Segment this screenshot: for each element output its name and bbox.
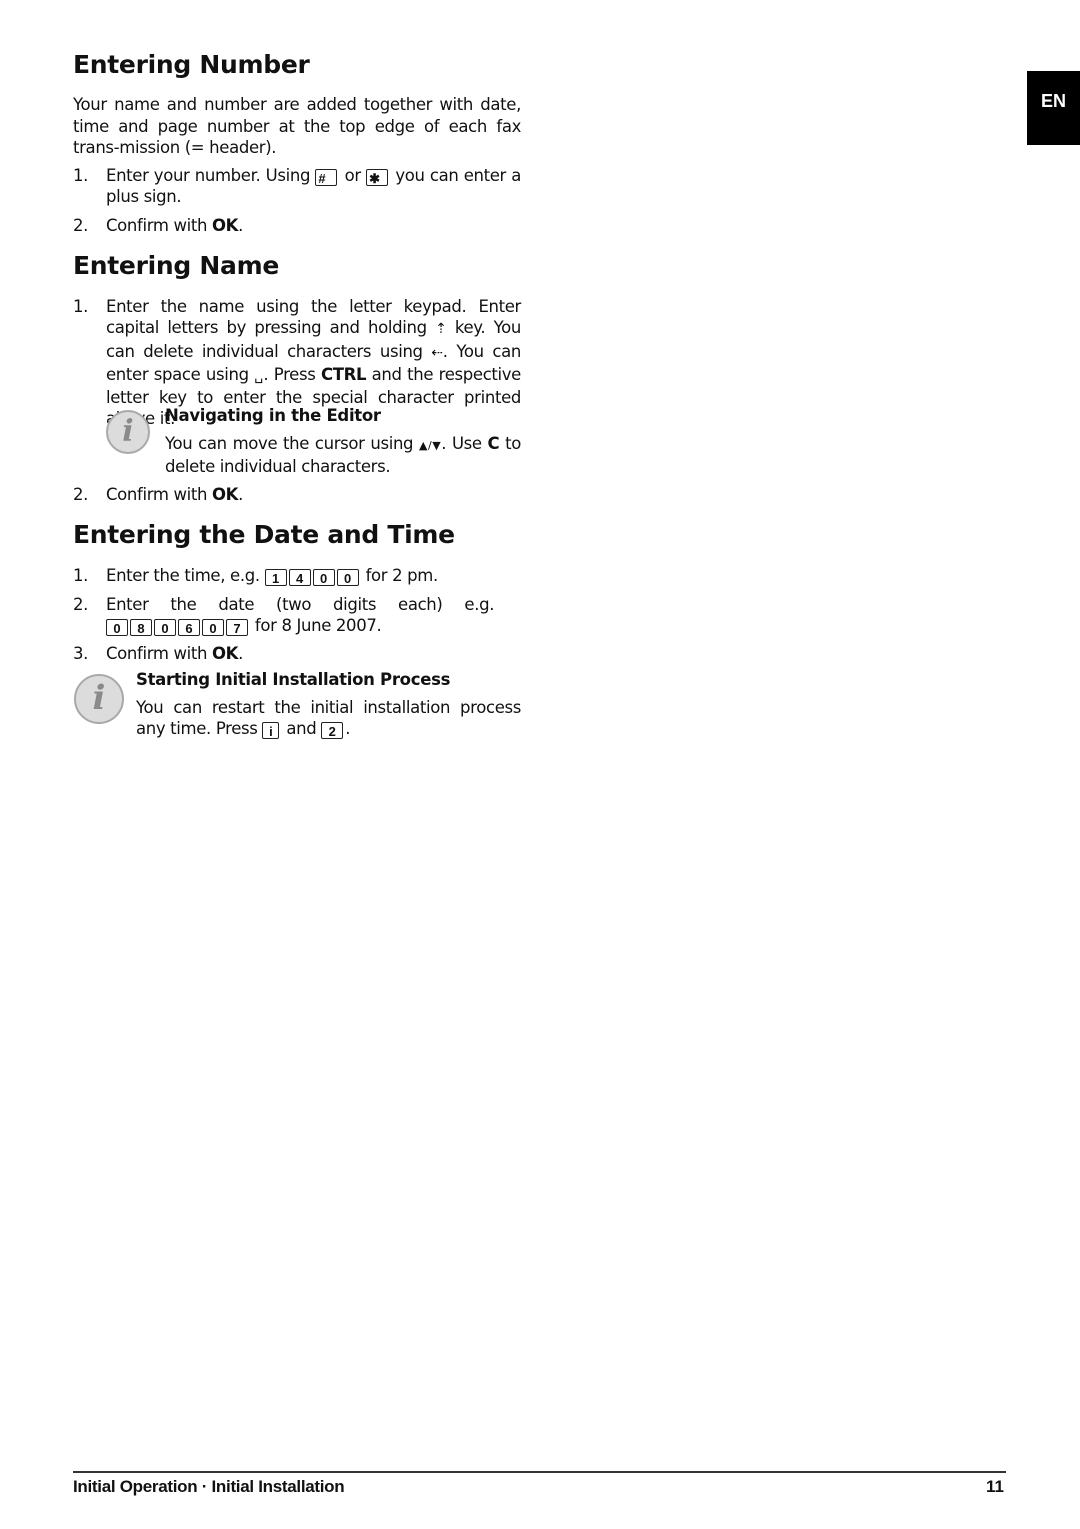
- step-text: .: [238, 485, 244, 504]
- language-tab: EN: [1027, 71, 1080, 145]
- digit-key-icon: 6: [178, 619, 200, 637]
- note-title: Navigating in the Editor: [165, 406, 381, 425]
- info-icon: i: [106, 410, 150, 454]
- up-down-arrows-icon: ▲/▼: [418, 439, 442, 452]
- step-number: 1.: [73, 166, 89, 185]
- datetime-step-2: 2. Enter the date (two digits each) e.g.…: [73, 594, 521, 637]
- step-text: for 2 pm.: [365, 566, 439, 585]
- c-key-label: C: [487, 434, 500, 453]
- ctrl-key-label: CTRL: [320, 364, 367, 384]
- info-icon: i: [74, 674, 124, 724]
- datetime-step-1: 1. Enter the time, e.g. 1400 for 2 pm.: [73, 565, 521, 586]
- two-key-icon: 2: [321, 722, 344, 740]
- backspace-arrow-icon: ⇠: [431, 344, 443, 361]
- step-text: Confirm with: [106, 644, 208, 663]
- digit-key-icon: 7: [226, 619, 248, 637]
- step-text: Enter your number. Using: [106, 166, 311, 185]
- note-text: You can move the cursor using: [165, 434, 414, 453]
- step-text: .: [238, 644, 244, 663]
- step-text: Enter the date (two digits each) e.g.: [106, 595, 495, 614]
- step-text: or: [344, 166, 362, 185]
- number-step-1: 1. Enter your number. Using # or ✱ you c…: [73, 165, 521, 208]
- note-text: and: [286, 719, 317, 739]
- digit-key-icon: 0: [336, 569, 359, 586]
- date-keys: 080607: [106, 616, 250, 637]
- star-key-icon: ✱: [366, 169, 389, 186]
- digit-key-icon: 1: [264, 569, 287, 586]
- digit-key-icon: 0: [106, 619, 128, 637]
- time-keys: 1400: [264, 566, 361, 586]
- digit-key-icon: 0: [202, 619, 224, 637]
- note-body: You can restart the initial installation…: [136, 697, 521, 740]
- ok-key-label: OK: [212, 644, 239, 663]
- step-number: 1.: [73, 297, 89, 316]
- name-step-2: 2. Confirm with OK.: [73, 484, 521, 505]
- digit-key-icon: 8: [130, 619, 152, 637]
- step-number: 3.: [73, 644, 89, 663]
- footer-divider: [73, 1471, 1006, 1473]
- footer-section-title: Initial Operation · Initial Installation: [73, 1477, 345, 1496]
- shift-arrow-icon: ⇡: [435, 321, 447, 338]
- note-title: Starting Initial Installation Process: [136, 670, 451, 689]
- heading-entering-date-time: Entering the Date and Time: [73, 520, 455, 549]
- note-text: .: [345, 719, 351, 739]
- number-intro: Your name and number are added together …: [73, 95, 521, 157]
- hash-key-icon: #: [315, 169, 338, 186]
- heading-entering-name: Entering Name: [73, 251, 279, 280]
- step-number: 2.: [73, 216, 89, 235]
- page-number: 11: [986, 1477, 1004, 1496]
- step-text: Enter the time, e.g.: [106, 566, 260, 585]
- step-text: for 8 June 2007.: [254, 616, 382, 636]
- step-text: Confirm with: [106, 485, 208, 504]
- info-key-icon: i: [262, 722, 280, 740]
- step-text: . Press: [263, 364, 316, 384]
- step-number: 2.: [73, 485, 89, 504]
- ok-key-label: OK: [212, 216, 239, 235]
- space-key-icon: ␣: [254, 367, 264, 384]
- step-number: 1.: [73, 566, 89, 585]
- step-text: .: [238, 216, 244, 235]
- heading-entering-number: Entering Number: [73, 50, 310, 79]
- note-text: . Use: [441, 434, 482, 453]
- step-number: 2.: [73, 595, 89, 614]
- ok-key-label: OK: [212, 485, 239, 504]
- digit-key-icon: 0: [154, 619, 176, 637]
- digit-key-icon: 0: [312, 569, 335, 586]
- digit-key-icon: 4: [288, 569, 311, 586]
- number-step-2: 2. Confirm with OK.: [73, 215, 521, 236]
- datetime-step-3: 3. Confirm with OK.: [73, 643, 521, 664]
- step-text: Confirm with: [106, 216, 208, 235]
- note-body: You can move the cursor using ▲/▼. Use C…: [165, 433, 521, 478]
